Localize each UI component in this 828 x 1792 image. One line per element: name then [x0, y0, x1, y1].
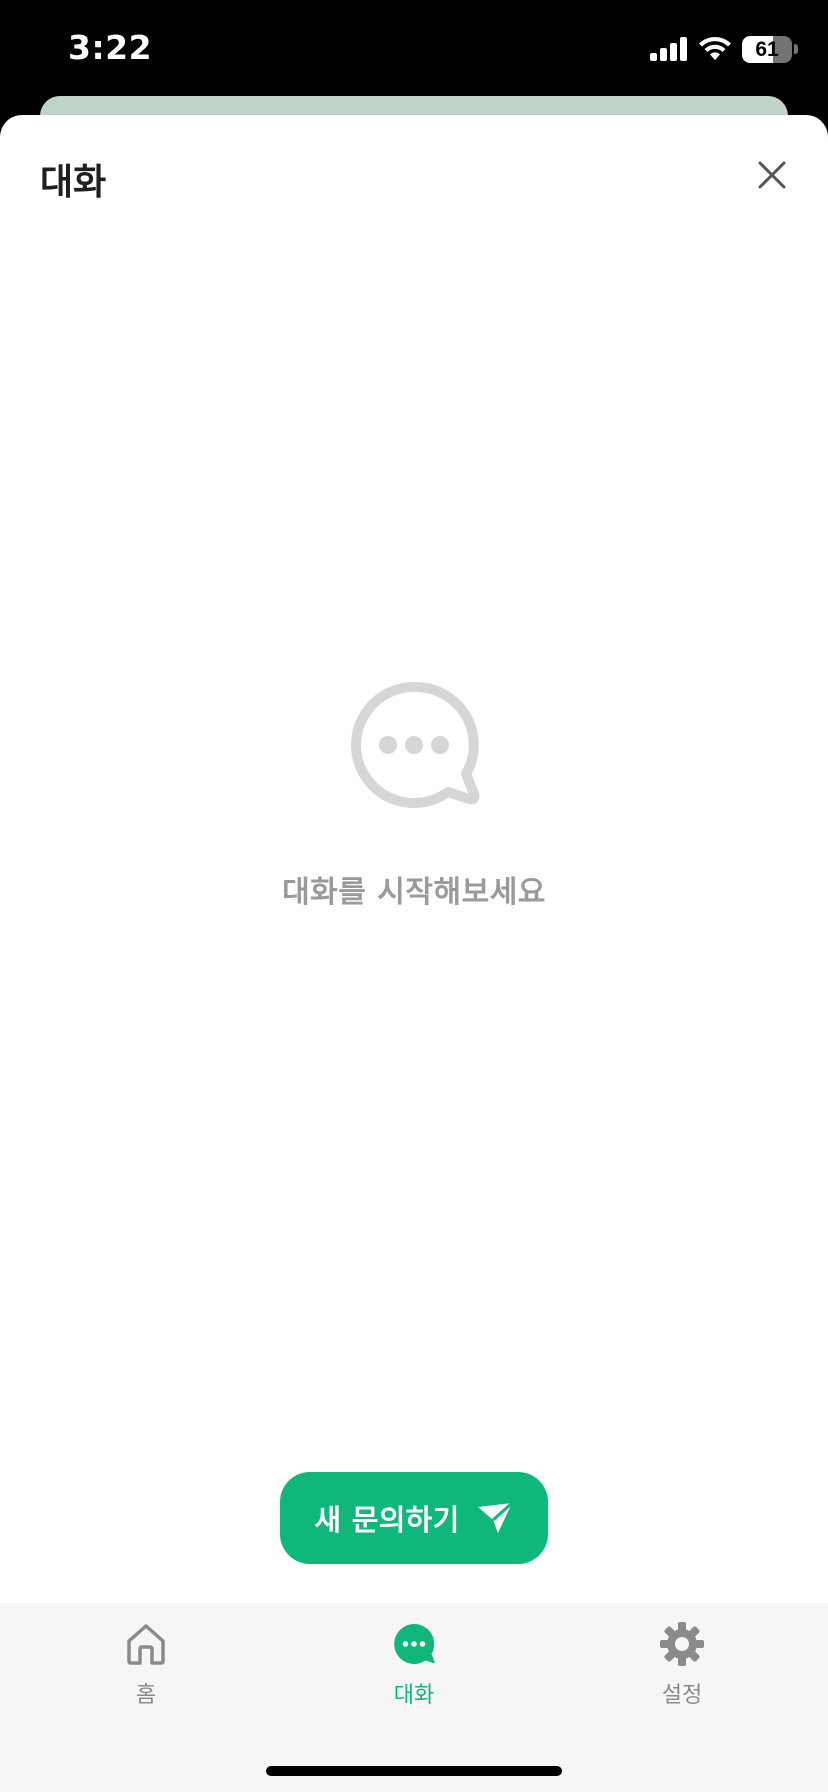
app-screen: 3:22 61 대화 대화를 시작해보세요 새 문의하기 홈 대화 설정 — [0, 0, 828, 1792]
close-button[interactable] — [750, 153, 794, 197]
status-icons: 61 — [650, 34, 798, 64]
tab-home[interactable]: 홈 — [66, 1621, 226, 1709]
chat-bubble-icon — [394, 1623, 435, 1664]
cellular-signal-icon — [650, 37, 687, 61]
tab-label: 설정 — [661, 1683, 703, 1708]
tab-bar: 홈 대화 설정 — [0, 1603, 828, 1792]
empty-state: 대화를 시작해보세요 — [0, 675, 828, 911]
battery-level: 61 — [755, 37, 779, 61]
battery-icon: 61 — [742, 35, 792, 63]
tab-label: 홈 — [135, 1683, 157, 1708]
empty-message: 대화를 시작해보세요 — [282, 875, 546, 910]
send-icon — [477, 1501, 513, 1533]
new-inquiry-button[interactable]: 새 문의하기 — [280, 1472, 548, 1564]
tab-settings[interactable]: 설정 — [602, 1621, 762, 1709]
wifi-icon — [699, 37, 731, 60]
close-icon — [758, 161, 786, 189]
tab-label: 대화 — [393, 1683, 435, 1708]
tab-chat[interactable]: 대화 — [334, 1621, 494, 1709]
sheet-title: 대화 — [40, 162, 107, 203]
status-time: 3:22 — [68, 28, 153, 67]
home-indicator — [266, 1766, 562, 1776]
status-bar: 3:22 61 — [0, 0, 828, 96]
new-inquiry-label: 새 문의하기 — [314, 1503, 460, 1537]
gear-icon — [660, 1622, 704, 1666]
home-icon — [127, 1624, 165, 1665]
conversation-sheet: 대화 대화를 시작해보세요 새 문의하기 — [0, 115, 828, 1792]
chat-bubble-icon — [351, 681, 480, 808]
battery-nub — [794, 44, 798, 54]
